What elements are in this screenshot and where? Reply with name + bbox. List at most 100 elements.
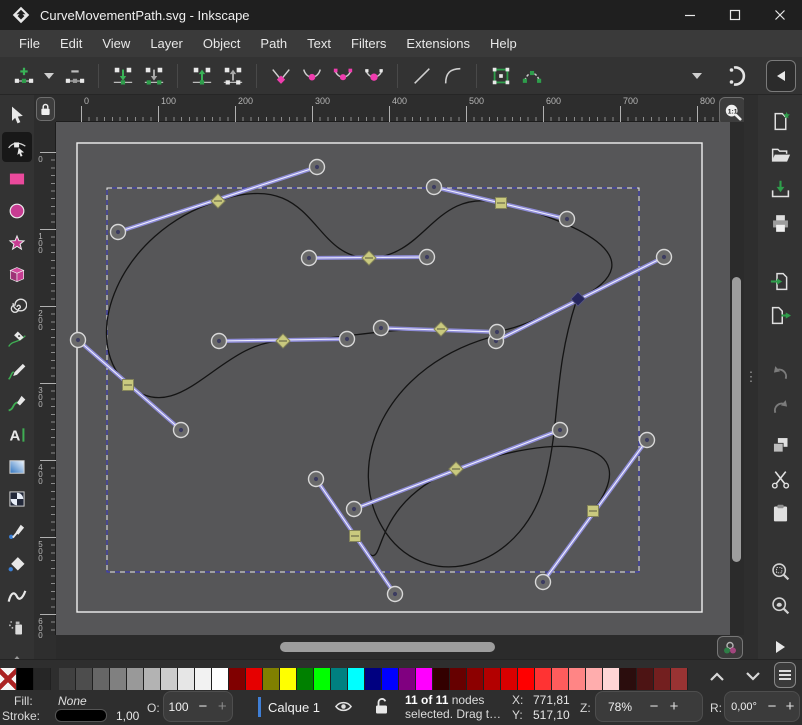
tweak-tool[interactable] xyxy=(2,580,32,610)
mesh-gradient-tool[interactable] xyxy=(2,484,32,514)
palette-swatch[interactable] xyxy=(161,668,178,690)
palette-swatch[interactable] xyxy=(314,668,331,690)
layer-lock-toggle[interactable] xyxy=(374,697,390,715)
maximize-button[interactable] xyxy=(712,0,757,30)
menu-view[interactable]: View xyxy=(93,33,139,54)
palette-swatch[interactable] xyxy=(654,668,671,690)
object-to-path-button[interactable] xyxy=(485,60,516,91)
zoom-selection-button[interactable] xyxy=(766,558,794,584)
palette-swatch[interactable] xyxy=(110,668,127,690)
paste-button[interactable] xyxy=(766,500,794,526)
commands-more-button[interactable] xyxy=(766,634,794,660)
pen-tool[interactable] xyxy=(2,324,32,354)
redo-button[interactable] xyxy=(766,394,794,420)
export-button[interactable] xyxy=(766,302,794,328)
cut-button[interactable] xyxy=(766,466,794,492)
palette-swatch[interactable] xyxy=(348,668,365,690)
palette-swatch[interactable] xyxy=(569,668,586,690)
palette-swatch[interactable] xyxy=(586,668,603,690)
stroke-to-path-button[interactable] xyxy=(516,60,547,91)
insert-node-button[interactable] xyxy=(8,60,39,91)
minimize-button[interactable] xyxy=(667,0,712,30)
palette-swatch[interactable] xyxy=(399,668,416,690)
palette-swatch[interactable] xyxy=(144,668,161,690)
menu-text[interactable]: Text xyxy=(298,33,340,54)
zoom-spinbox[interactable]: 78% − + xyxy=(595,691,703,722)
zoom-value[interactable]: 78% xyxy=(596,700,644,714)
palette-scroll-down-button[interactable] xyxy=(740,664,766,688)
node-symmetric-button[interactable] xyxy=(327,60,358,91)
collapse-panel-button[interactable] xyxy=(766,60,796,92)
menu-help[interactable]: Help xyxy=(481,33,526,54)
fill-value[interactable]: None xyxy=(58,694,87,708)
opacity-decrease-button[interactable]: − xyxy=(193,698,212,715)
box-3d-tool[interactable] xyxy=(2,260,32,290)
menu-path[interactable]: Path xyxy=(251,33,296,54)
rotation-decrease-button[interactable]: − xyxy=(763,698,781,715)
opacity-increase-button[interactable]: + xyxy=(213,698,232,715)
palette-scroll-up-button[interactable] xyxy=(704,664,730,688)
delete-node-button[interactable] xyxy=(59,60,90,91)
duplicate-button[interactable] xyxy=(766,432,794,458)
snapping-toggle-button[interactable] xyxy=(721,60,752,91)
spiral-tool[interactable] xyxy=(2,292,32,322)
palette-swatch[interactable] xyxy=(297,668,314,690)
panel-resize-handle[interactable]: ⋮ xyxy=(744,95,758,659)
canvas-background[interactable] xyxy=(56,122,730,635)
palette-swatch[interactable] xyxy=(620,668,637,690)
import-button[interactable] xyxy=(766,268,794,294)
horizontal-scrollbar-thumb[interactable] xyxy=(280,642,495,652)
node-editor-tool[interactable] xyxy=(2,132,32,162)
palette-swatch[interactable] xyxy=(331,668,348,690)
star-tool[interactable] xyxy=(2,228,32,258)
open-document-button[interactable] xyxy=(766,142,794,168)
segment-line-button[interactable] xyxy=(406,60,437,91)
palette-swatch[interactable] xyxy=(280,668,297,690)
palette-swatch[interactable] xyxy=(433,668,450,690)
break-nodes-button[interactable] xyxy=(186,60,217,91)
lock-guides-button[interactable] xyxy=(36,97,55,121)
palette-swatch[interactable] xyxy=(17,668,34,690)
palette-swatch[interactable] xyxy=(93,668,110,690)
vertical-scrollbar-thumb[interactable] xyxy=(732,277,741,562)
join-with-segment-button[interactable] xyxy=(138,60,169,91)
palette-swatch[interactable] xyxy=(467,668,484,690)
stroke-swatch[interactable] xyxy=(55,709,107,722)
menu-filters[interactable]: Filters xyxy=(342,33,395,54)
gradient-tool[interactable] xyxy=(2,452,32,482)
delete-segment-button[interactable] xyxy=(217,60,248,91)
palette-swatch[interactable] xyxy=(535,668,552,690)
join-nodes-button[interactable] xyxy=(107,60,138,91)
menu-object[interactable]: Object xyxy=(194,33,250,54)
menu-layer[interactable]: Layer xyxy=(141,33,192,54)
zoom-increase-button[interactable]: + xyxy=(664,698,684,715)
rotation-value[interactable]: 0,00° xyxy=(725,701,763,713)
calligraphy-tool[interactable] xyxy=(2,388,32,418)
rotation-increase-button[interactable]: + xyxy=(781,698,799,715)
horizontal-ruler[interactable]: 0 100 200 300 400 500 600 700 800 xyxy=(56,95,724,122)
zoom-decrease-button[interactable]: − xyxy=(644,698,664,715)
palette-swatch[interactable] xyxy=(501,668,518,690)
palette-swatch[interactable] xyxy=(34,668,51,690)
new-document-button[interactable] xyxy=(766,108,794,134)
save-document-button[interactable] xyxy=(766,176,794,202)
rectangle-tool[interactable] xyxy=(2,164,32,194)
print-button[interactable] xyxy=(766,210,794,236)
palette-swatch[interactable] xyxy=(0,668,17,690)
palette-swatch[interactable] xyxy=(195,668,212,690)
palette-swatch[interactable] xyxy=(263,668,280,690)
undo-button[interactable] xyxy=(766,360,794,386)
vertical-scrollbar[interactable] xyxy=(730,122,744,635)
palette-swatch[interactable] xyxy=(59,668,76,690)
node-smooth-button[interactable] xyxy=(296,60,327,91)
x-entry-dropdown[interactable] xyxy=(687,60,707,91)
opacity-value[interactable]: 100 xyxy=(164,700,193,714)
layer-visibility-toggle[interactable] xyxy=(334,698,353,715)
palette-swatch[interactable] xyxy=(229,668,246,690)
pencil-tool[interactable] xyxy=(2,356,32,386)
palette-swatch[interactable] xyxy=(178,668,195,690)
palette-swatch[interactable] xyxy=(484,668,501,690)
text-tool[interactable]: A xyxy=(2,420,32,450)
palette-swatch[interactable] xyxy=(518,668,535,690)
vertical-ruler[interactable]: 0 100 200 300 400 500 600 xyxy=(34,122,56,635)
